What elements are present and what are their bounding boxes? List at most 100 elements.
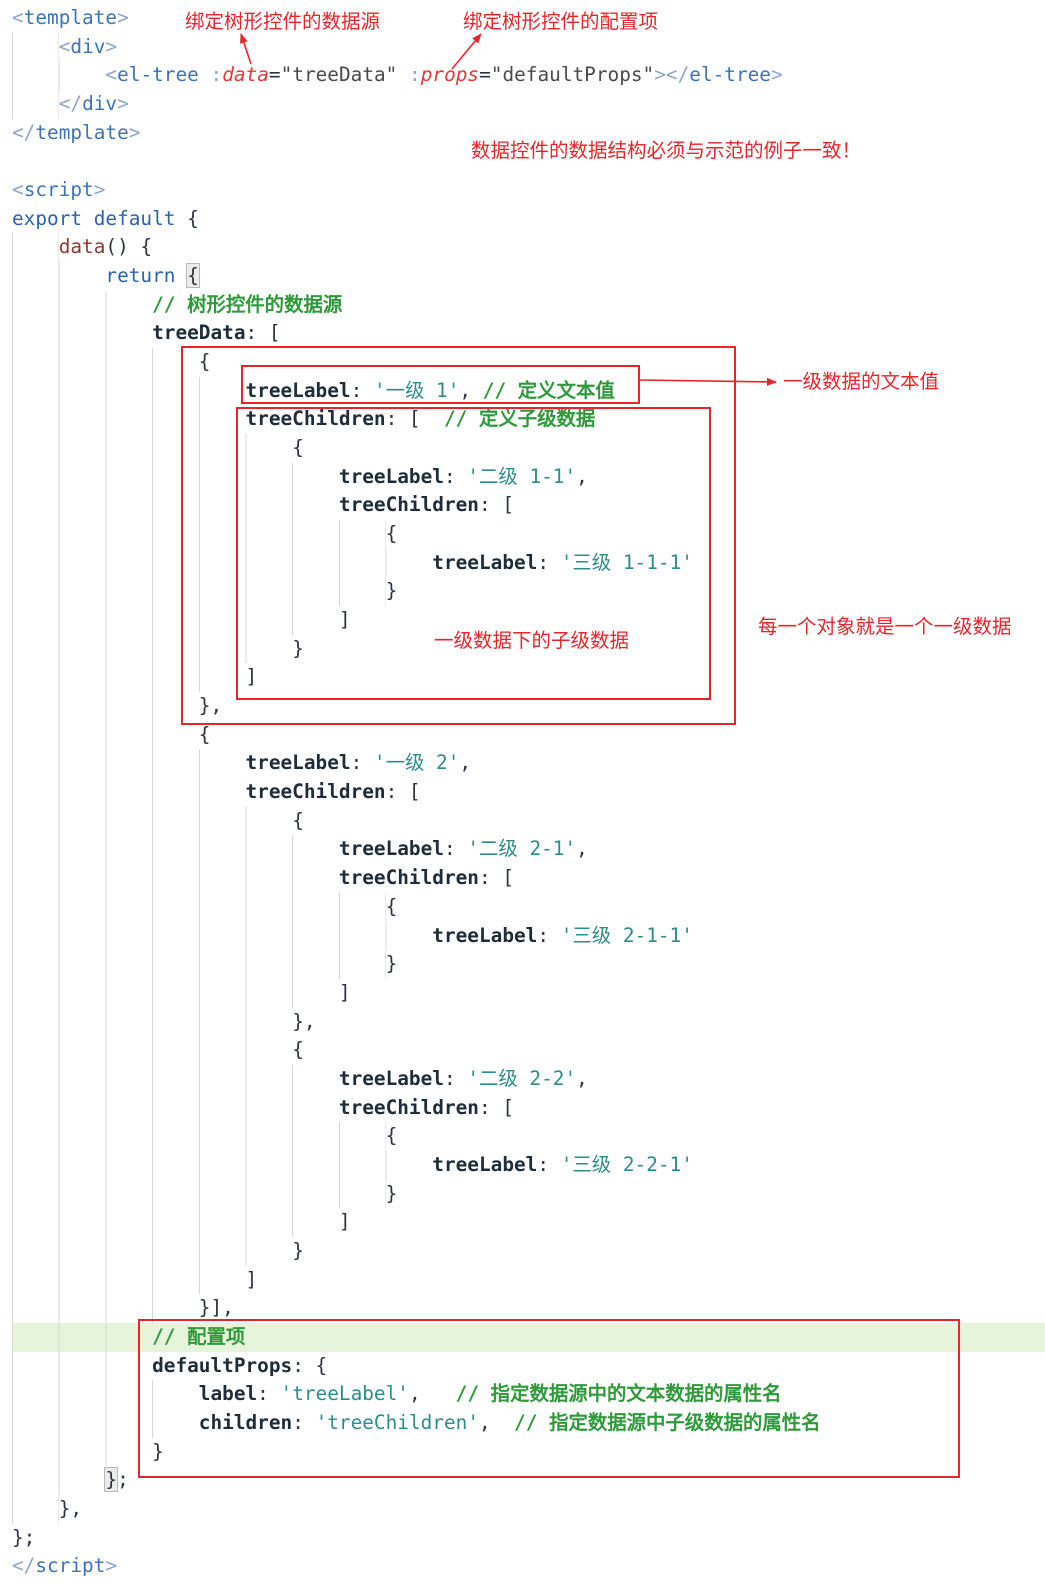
tag-punctuation: </: [12, 1554, 36, 1578]
indent: [12, 462, 339, 492]
code-line-active[interactable]: // 配置项: [12, 1322, 1045, 1352]
code-line[interactable]: treeChildren: [: [12, 1093, 1045, 1123]
indent: [12, 434, 293, 463]
code-text: {: [292, 436, 304, 460]
code-line[interactable]: {: [12, 806, 1045, 836]
code-line[interactable]: }: [12, 1179, 1045, 1209]
code-line[interactable]: },: [12, 1007, 1045, 1037]
string-literal: '三级 2-1-1': [560, 923, 693, 947]
code-line[interactable]: export default {: [12, 205, 1045, 234]
code-line[interactable]: treeLabel: '三级 2-1-1': [12, 921, 1045, 951]
code-line[interactable]: ]: [12, 1208, 1045, 1237]
code-text: ,: [576, 464, 588, 488]
code-line[interactable]: },: [12, 692, 1045, 721]
code-line[interactable]: treeChildren: [: [12, 864, 1045, 893]
property-key: treeLabel: [338, 837, 444, 861]
code-line[interactable]: ]: [12, 1265, 1045, 1295]
code-text: {: [385, 1124, 398, 1148]
code-line[interactable]: treeLabel: '二级 1-1',: [12, 462, 1045, 492]
code-line[interactable]: }: [12, 1236, 1045, 1266]
string-literal: '一级 1': [373, 378, 460, 402]
code-text: ;: [117, 1468, 129, 1492]
code-text: {: [385, 894, 398, 918]
code-line[interactable]: treeChildren: [: [12, 778, 1045, 807]
code-editor[interactable]: <template> <div> <el-tree :data="treeDat…: [12, 4, 1045, 1581]
code-text: :: [292, 1410, 316, 1434]
code-text: : [: [478, 1095, 515, 1119]
attribute-name: props: [420, 63, 480, 87]
tag-punctuation: >: [105, 34, 118, 58]
comment: // 定义文本值: [482, 378, 615, 402]
indent: [12, 1437, 153, 1467]
code-line[interactable]: // 树形控件的数据源: [12, 290, 1045, 320]
code-text: {: [385, 522, 398, 546]
string-literal: '二级 1-1': [467, 464, 577, 488]
code-line[interactable]: };: [12, 1466, 1045, 1495]
code-line[interactable]: children: 'treeChildren', // 指定数据源中子级数据的…: [12, 1408, 1045, 1438]
code-line[interactable]: treeLabel: '二级 2-2',: [12, 1064, 1045, 1094]
code-line[interactable]: treeLabel: '三级 1-1-1': [12, 548, 1045, 578]
code-line[interactable]: }: [12, 950, 1045, 979]
code-text: :: [257, 1382, 281, 1406]
indent: [12, 520, 386, 549]
code-line[interactable]: },: [12, 1494, 1045, 1524]
code-line[interactable]: treeChildren: [ // 定义子级数据: [12, 405, 1045, 435]
code-line[interactable]: {: [12, 520, 1045, 549]
code-line[interactable]: {: [12, 434, 1045, 463]
code-line[interactable]: }: [12, 1437, 1045, 1467]
code-text: () {: [105, 235, 153, 259]
code-line[interactable]: treeLabel: '一级 2',: [12, 749, 1045, 779]
code-line[interactable]: };: [12, 1524, 1045, 1553]
code-text: }: [292, 1238, 304, 1262]
code-line[interactable]: ]: [12, 978, 1045, 1008]
property-key: label: [198, 1382, 258, 1406]
property-key: treeLabel: [338, 1066, 444, 1090]
code-line[interactable]: }],: [12, 1294, 1045, 1323]
code-line[interactable]: treeChildren: [: [12, 491, 1045, 521]
code-line[interactable]: <div>: [12, 32, 1045, 62]
indent: [12, 835, 339, 865]
indent: [12, 778, 246, 807]
code-text: }: [385, 579, 398, 603]
code-text: {: [292, 1038, 304, 1062]
code-line[interactable]: }: [12, 577, 1045, 607]
code-line[interactable]: {: [12, 1036, 1045, 1065]
tag-punctuation: ></: [654, 63, 690, 87]
tag-name: script: [23, 178, 94, 202]
code-text: :: [537, 1152, 561, 1176]
code-line[interactable]: <el-tree :data="treeData" :props="defaul…: [12, 61, 1045, 91]
tag-punctuation: </: [12, 120, 36, 144]
code-line[interactable]: {: [12, 1122, 1045, 1151]
code-line[interactable]: data() {: [12, 233, 1045, 263]
code-line[interactable]: {: [12, 892, 1045, 922]
code-text: : [: [478, 493, 515, 517]
matched-bracket: {: [186, 263, 200, 289]
string-literal: '三级 1-1-1': [560, 550, 693, 574]
indent: [12, 1122, 386, 1151]
indent: [12, 1380, 199, 1409]
code-line[interactable]: treeData: [: [12, 319, 1045, 349]
code-line[interactable]: defaultProps: {: [12, 1351, 1045, 1381]
attribute-value: "defaultProps": [490, 63, 655, 87]
code-text: }: [292, 636, 304, 660]
code-line[interactable]: </script>: [12, 1552, 1045, 1581]
indent: [12, 1322, 153, 1352]
code-line[interactable]: ]: [12, 663, 1045, 693]
code-text: :: [537, 923, 561, 947]
code-text: =: [268, 63, 281, 87]
code-text: : [: [385, 407, 444, 431]
code-line[interactable]: treeLabel: '二级 2-1',: [12, 835, 1045, 865]
code-line[interactable]: return {: [12, 262, 1045, 291]
code-line[interactable]: treeLabel: '三级 2-2-1': [12, 1150, 1045, 1180]
indent: [12, 749, 246, 779]
indent: [12, 663, 246, 693]
code-line[interactable]: {: [12, 720, 1045, 750]
code-line[interactable]: <script>: [12, 176, 1045, 205]
annotation-config: 绑定树形控件的配置项: [463, 10, 659, 33]
code-line[interactable]: </div>: [12, 90, 1045, 119]
indent: [12, 1007, 293, 1037]
code-line[interactable]: label: 'treeLabel', // 指定数据源中的文本数据的属性名: [12, 1380, 1045, 1409]
indent: [12, 921, 433, 951]
